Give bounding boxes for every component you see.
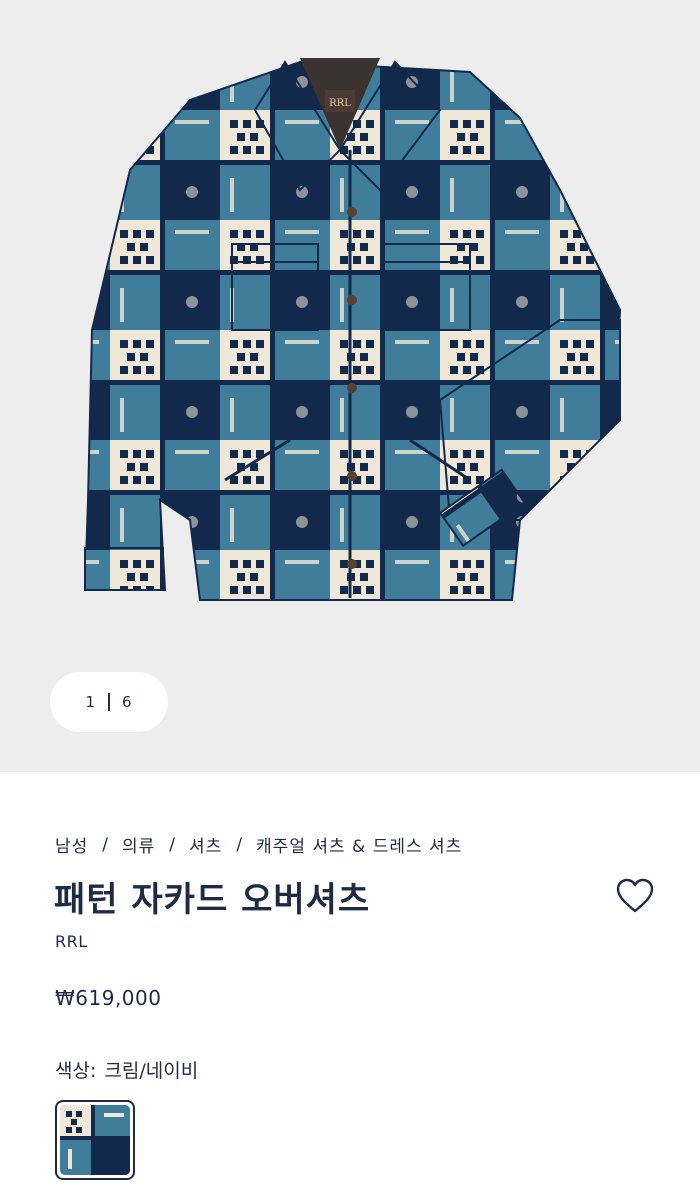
breadcrumb-item-clothing[interactable]: 의류 bbox=[122, 832, 155, 857]
product-brand: RRL bbox=[55, 932, 88, 951]
color-swatch-image bbox=[60, 1105, 130, 1175]
color-label: 색상: bbox=[55, 1060, 97, 1082]
image-counter-total: 6 bbox=[122, 693, 133, 711]
color-swatch-cream-navy[interactable] bbox=[55, 1100, 135, 1180]
breadcrumb-item-casual-dress-shirts[interactable]: 캐주얼 셔츠 & 드레스 셔츠 bbox=[256, 832, 462, 857]
breadcrumb-separator: / bbox=[102, 834, 109, 855]
color-selection-label: 색상: 크림/네이비 bbox=[55, 1056, 198, 1083]
image-counter-current: 1 bbox=[85, 693, 96, 711]
product-price: ₩619,000 bbox=[55, 986, 162, 1010]
wishlist-button[interactable] bbox=[613, 874, 657, 918]
product-image-shirt[interactable]: RRL bbox=[0, 0, 700, 772]
product-title: 패턴 자카드 오버셔츠 bbox=[54, 880, 371, 920]
color-value: 크림/네이비 bbox=[104, 1060, 199, 1082]
breadcrumb: 남성 / 의류 / 셔츠 / 캐주얼 셔츠 & 드레스 셔츠 bbox=[55, 832, 462, 858]
product-info: 남성 / 의류 / 셔츠 / 캐주얼 셔츠 & 드레스 셔츠 패턴 자카드 오버… bbox=[0, 772, 700, 1200]
image-counter: 1 6 bbox=[50, 672, 168, 732]
image-counter-divider bbox=[108, 693, 110, 711]
breadcrumb-separator: / bbox=[169, 834, 176, 855]
breadcrumb-separator: / bbox=[236, 834, 243, 855]
breadcrumb-item-shirts[interactable]: 셔츠 bbox=[189, 832, 222, 857]
collar-label: RRL bbox=[329, 98, 351, 109]
product-image-gallery[interactable]: RRL 1 6 bbox=[0, 0, 700, 772]
heart-outline-icon bbox=[616, 878, 654, 913]
breadcrumb-item-men[interactable]: 남성 bbox=[55, 832, 88, 857]
